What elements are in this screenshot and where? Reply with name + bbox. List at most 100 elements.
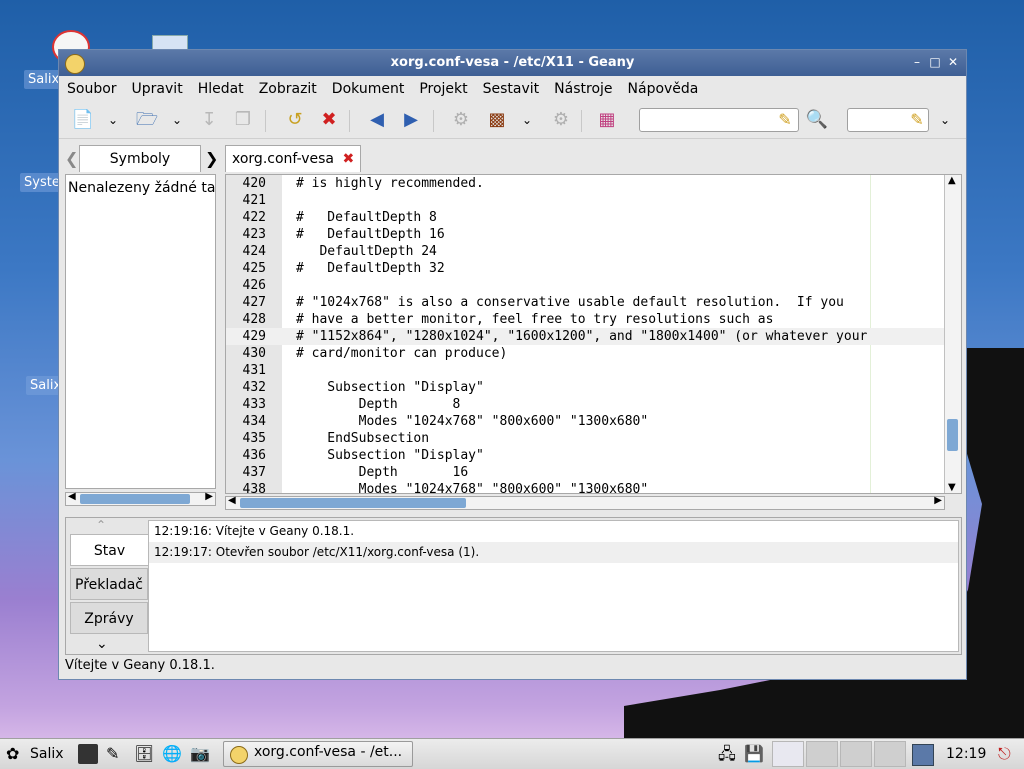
scroll-right-icon[interactable]: ▶: [205, 491, 213, 502]
code-line[interactable]: 431: [226, 362, 946, 379]
code-line[interactable]: 434 Modes "1024x768" "800x600" "1300x680…: [226, 413, 946, 430]
back-arrow-icon[interactable]: ◀: [365, 109, 389, 131]
web-browser-icon[interactable]: 🌐: [162, 744, 182, 764]
code-line[interactable]: 432 Subsection "Display": [226, 379, 946, 396]
menu-zobrazit[interactable]: Zobrazit: [259, 81, 317, 97]
code-line[interactable]: 429 # "1152x864", "1280x1024", "1600x1200…: [226, 328, 946, 345]
minimize-icon[interactable]: –: [910, 55, 924, 69]
device-icon[interactable]: 💾: [744, 744, 764, 764]
workspace-2[interactable]: [806, 741, 838, 767]
geany-task-icon: [230, 746, 248, 764]
network-icon[interactable]: 🖧: [718, 744, 738, 764]
code-line[interactable]: 422 # DefaultDepth 8: [226, 209, 946, 226]
close-icon[interactable]: ✕: [946, 55, 960, 69]
code-editor[interactable]: 420 # is highly recommended. 421 422 # Defau…: [225, 174, 962, 494]
save-all-icon[interactable]: ❐: [231, 109, 255, 131]
code-line[interactable]: 430 # card/monitor can produce): [226, 345, 946, 362]
clear-search-icon[interactable]: ✎: [773, 109, 797, 131]
sidebar-hscrollbar[interactable]: ◀ ▶: [65, 491, 216, 506]
compile-icon[interactable]: ⚙: [449, 109, 473, 131]
line-number: 425: [242, 261, 266, 276]
editor-hscrollbar[interactable]: ◀ ▶: [225, 495, 945, 510]
sidebar-next-icon[interactable]: ❯: [205, 149, 218, 168]
menu-napoveda[interactable]: Nápověda: [628, 81, 699, 97]
window-titlebar[interactable]: xorg.conf-vesa - /etc/X11 - Geany – □ ✕: [59, 50, 966, 76]
code-line[interactable]: 435 EndSubsection: [226, 430, 946, 447]
toolbar-separator: [349, 110, 350, 132]
maximize-icon[interactable]: □: [928, 55, 942, 69]
goto-dropdown-icon[interactable]: ⌄: [933, 109, 957, 131]
salix-menu-icon[interactable]: ✿: [6, 744, 26, 764]
logout-icon[interactable]: ⎋: [998, 744, 1018, 764]
status-log[interactable]: 12:19:16: Vítejte v Geany 0.18.1. 12:19:…: [148, 520, 959, 652]
statusbar-text: Vítejte v Geany 0.18.1.: [65, 658, 215, 673]
line-number: 424: [242, 244, 266, 259]
code-line[interactable]: 421: [226, 192, 946, 209]
start-menu-label[interactable]: Salix: [30, 743, 64, 765]
workspace-4[interactable]: [874, 741, 906, 767]
new-file-dropdown-icon[interactable]: ⌄: [101, 109, 125, 131]
code-line[interactable]: 428 # have a better monitor, feel free to…: [226, 311, 946, 328]
scroll-up-icon[interactable]: ▲: [948, 175, 956, 186]
search-icon[interactable]: 🔍: [805, 109, 829, 131]
code-line[interactable]: 424 DefaultDepth 24: [226, 243, 946, 260]
code-line[interactable]: 423 # DefaultDepth 16: [226, 226, 946, 243]
scroll-left-icon[interactable]: ◀: [228, 495, 236, 506]
file-manager-icon[interactable]: 🗄: [134, 744, 154, 764]
taskbar-window-button[interactable]: xorg.conf-vesa - /et...: [223, 741, 413, 767]
code-line[interactable]: 438 Modes "1024x768" "800x600" "1300x680…: [226, 481, 946, 493]
menu-sestavit[interactable]: Sestavit: [483, 81, 540, 97]
tab-xorg-conf-vesa[interactable]: xorg.conf-vesa ✖: [225, 145, 362, 172]
code-lines: 420 # is highly recommended. 421 422 # Defau…: [226, 175, 946, 493]
close-file-icon[interactable]: ✖: [317, 109, 341, 131]
open-folder-icon[interactable]: 🗁: [135, 109, 159, 131]
workspace-1[interactable]: [772, 741, 804, 767]
scroll-down-icon[interactable]: ▼: [948, 482, 956, 493]
tab-symboly[interactable]: Symboly: [79, 145, 201, 172]
new-file-icon[interactable]: 📄: [71, 109, 95, 131]
revert-icon[interactable]: ↺: [283, 109, 307, 131]
tab-prekladac[interactable]: Překladač: [70, 568, 148, 600]
forward-arrow-icon[interactable]: ▶: [399, 109, 423, 131]
code-line[interactable]: 427 # "1024x768" is also a conservative u…: [226, 294, 946, 311]
save-icon[interactable]: ↧: [197, 109, 221, 131]
code-line[interactable]: 420 # is highly recommended.: [226, 175, 946, 192]
screenshot-icon[interactable]: 📷: [190, 744, 210, 764]
open-dropdown-icon[interactable]: ⌄: [165, 109, 189, 131]
code-line[interactable]: 426: [226, 277, 946, 294]
code-line[interactable]: 436 Subsection "Display": [226, 447, 946, 464]
tab-zpravy[interactable]: Zprávy: [70, 602, 148, 634]
editor-scroll-thumb[interactable]: [947, 419, 958, 451]
show-desktop-icon[interactable]: [912, 744, 934, 766]
toolbar-separator: [581, 110, 582, 132]
build-icon[interactable]: ▩: [485, 109, 509, 131]
scroll-right-icon[interactable]: ▶: [934, 495, 942, 506]
code-line[interactable]: 433 Depth 8: [226, 396, 946, 413]
menu-projekt[interactable]: Projekt: [419, 81, 467, 97]
menu-hledat[interactable]: Hledat: [198, 81, 244, 97]
menu-soubor[interactable]: Soubor: [67, 81, 117, 97]
close-tab-icon[interactable]: ✖: [342, 151, 354, 167]
symbol-list[interactable]: Nenalezeny žádné tagy: [65, 174, 216, 489]
run-icon[interactable]: ⚙: [549, 109, 573, 131]
tab-stav[interactable]: Stav: [70, 534, 148, 566]
menu-upravit[interactable]: Upravit: [132, 81, 183, 97]
editor-hscroll-thumb[interactable]: [240, 498, 466, 508]
color-chooser-icon[interactable]: ▦: [595, 109, 619, 131]
sidebar-prev-icon[interactable]: ❮: [65, 149, 78, 168]
menu-dokument[interactable]: Dokument: [332, 81, 405, 97]
text-editor-icon[interactable]: ✎: [106, 744, 126, 764]
editor-vscrollbar[interactable]: ▲ ▼: [944, 175, 961, 493]
workspace-3[interactable]: [840, 741, 872, 767]
clear-goto-icon[interactable]: ✎: [905, 109, 929, 131]
line-number: 423: [242, 227, 266, 242]
terminal-icon[interactable]: [78, 744, 98, 764]
tabs-up-icon[interactable]: ⌃: [96, 518, 106, 532]
scroll-left-icon[interactable]: ◀: [68, 491, 76, 502]
tabs-down-icon[interactable]: ⌄: [96, 636, 108, 652]
build-dropdown-icon[interactable]: ⌄: [515, 109, 539, 131]
sidebar-scroll-thumb[interactable]: [80, 494, 190, 504]
menu-nastroje[interactable]: Nástroje: [554, 81, 612, 97]
code-line[interactable]: 437 Depth 16: [226, 464, 946, 481]
code-line[interactable]: 425 # DefaultDepth 32: [226, 260, 946, 277]
